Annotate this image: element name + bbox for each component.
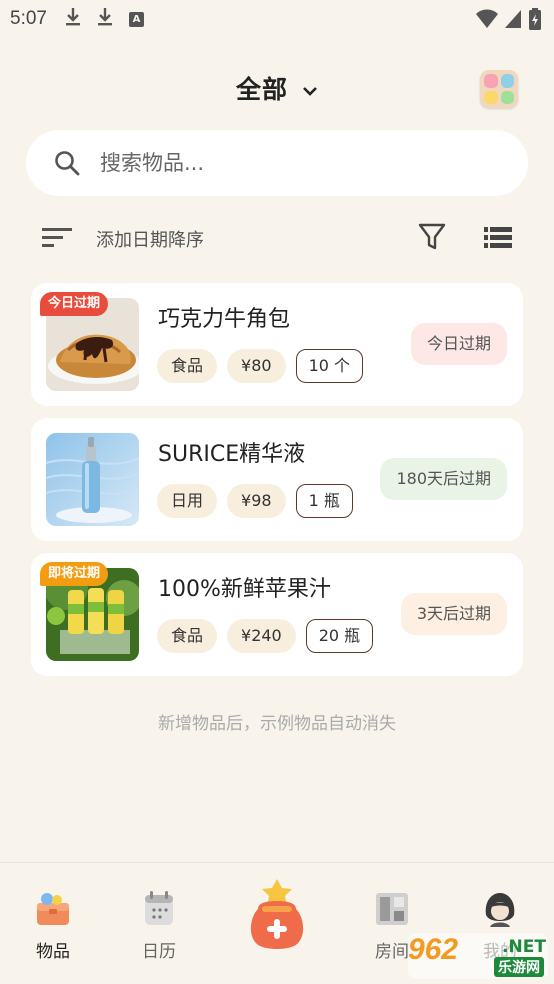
grid-tile-icon bbox=[484, 74, 498, 88]
nav-tab-items[interactable]: 物品 bbox=[13, 889, 93, 962]
search-bar[interactable] bbox=[26, 130, 528, 196]
item-name: SURICE精华液 bbox=[158, 442, 306, 467]
watermark-net: .NET bbox=[502, 937, 546, 957]
expiry-ribbon: 即将过期 bbox=[40, 562, 109, 586]
page-title: 全部 bbox=[235, 75, 288, 104]
toolbox-icon bbox=[37, 893, 69, 925]
filter-icon[interactable] bbox=[418, 222, 446, 252]
grid-tile-icon bbox=[484, 90, 498, 104]
expiry-ribbon: 今日过期 bbox=[40, 292, 109, 316]
item-name: 巧克力牛角包 bbox=[158, 307, 291, 332]
battery-icon bbox=[529, 8, 541, 30]
list-view-icon[interactable] bbox=[484, 227, 512, 249]
sort-row: 添加日期降序 bbox=[0, 218, 554, 258]
watermark-cn: 乐游网 bbox=[494, 957, 544, 977]
price-tag: ¥98 bbox=[227, 484, 286, 518]
sample-items-hint: 新增物品后，示例物品自动消失 bbox=[158, 714, 396, 734]
watermark-number: 962 bbox=[408, 933, 459, 966]
sort-order-label[interactable]: 添加日期降序 bbox=[96, 226, 204, 252]
search-icon bbox=[55, 151, 80, 176]
status-time: 5:07 bbox=[10, 8, 47, 29]
expiry-status-badge: 今日过期 bbox=[410, 323, 507, 365]
category-tag: 食品 bbox=[157, 619, 218, 653]
a-notification-icon: A bbox=[128, 11, 144, 27]
item-name: 100%新鲜苹果汁 bbox=[158, 577, 331, 602]
price-tag: ¥240 bbox=[227, 619, 296, 653]
item-card[interactable]: 即将过期 100%新鲜苹果汁 食品 ¥240 20 瓶 3天后过期 bbox=[31, 553, 523, 676]
quantity-tag: 1 瓶 bbox=[295, 484, 353, 518]
chevron-down-icon bbox=[302, 82, 318, 101]
item-card[interactable]: 今日过期 巧克力牛角包 食品 ¥80 10 个 今日过期 bbox=[31, 283, 523, 406]
add-item-button[interactable] bbox=[246, 877, 308, 953]
sort-icon[interactable] bbox=[42, 227, 72, 249]
wifi-icon bbox=[476, 9, 498, 28]
signal-icon bbox=[505, 10, 521, 28]
expiry-status-badge: 3天后过期 bbox=[400, 593, 507, 635]
avatar-icon bbox=[485, 893, 515, 927]
nav-tab-calendar[interactable]: 日历 bbox=[119, 889, 199, 962]
status-bar: 5:07 A bbox=[0, 0, 554, 38]
room-icon bbox=[376, 893, 408, 925]
quantity-tag: 10 个 bbox=[295, 349, 364, 383]
category-selector[interactable]: 全部 bbox=[0, 70, 554, 106]
calendar-icon bbox=[145, 891, 173, 925]
item-tags: 日用 ¥98 1 瓶 bbox=[157, 484, 353, 518]
nav-label: 日历 bbox=[142, 942, 176, 962]
item-image bbox=[46, 433, 139, 526]
price-tag: ¥80 bbox=[227, 349, 286, 383]
download-icon bbox=[97, 7, 113, 32]
category-tag: 食品 bbox=[157, 349, 218, 383]
item-card[interactable]: SURICE精华液 日用 ¥98 1 瓶 180天后过期 bbox=[31, 418, 523, 541]
grid-tile-icon bbox=[500, 74, 514, 88]
bottom-navigation: 物品 日历 房间 962 .NET 乐游网 bbox=[0, 862, 554, 984]
site-watermark: 962 .NET 乐游网 bbox=[408, 933, 548, 979]
category-grid-button[interactable] bbox=[480, 70, 518, 108]
quantity-tag: 20 瓶 bbox=[305, 619, 374, 653]
grid-tile-icon bbox=[500, 90, 514, 104]
search-input[interactable] bbox=[100, 151, 480, 175]
category-tag: 日用 bbox=[157, 484, 218, 518]
expiry-status-badge: 180天后过期 bbox=[380, 458, 507, 500]
page-header: 全部 bbox=[0, 66, 554, 112]
item-tags: 食品 ¥240 20 瓶 bbox=[157, 619, 374, 653]
add-bag-icon bbox=[250, 879, 304, 949]
nav-label: 物品 bbox=[36, 942, 70, 962]
download-icon bbox=[65, 7, 81, 32]
status-indicators bbox=[476, 8, 542, 30]
item-tags: 食品 ¥80 10 个 bbox=[157, 349, 364, 383]
